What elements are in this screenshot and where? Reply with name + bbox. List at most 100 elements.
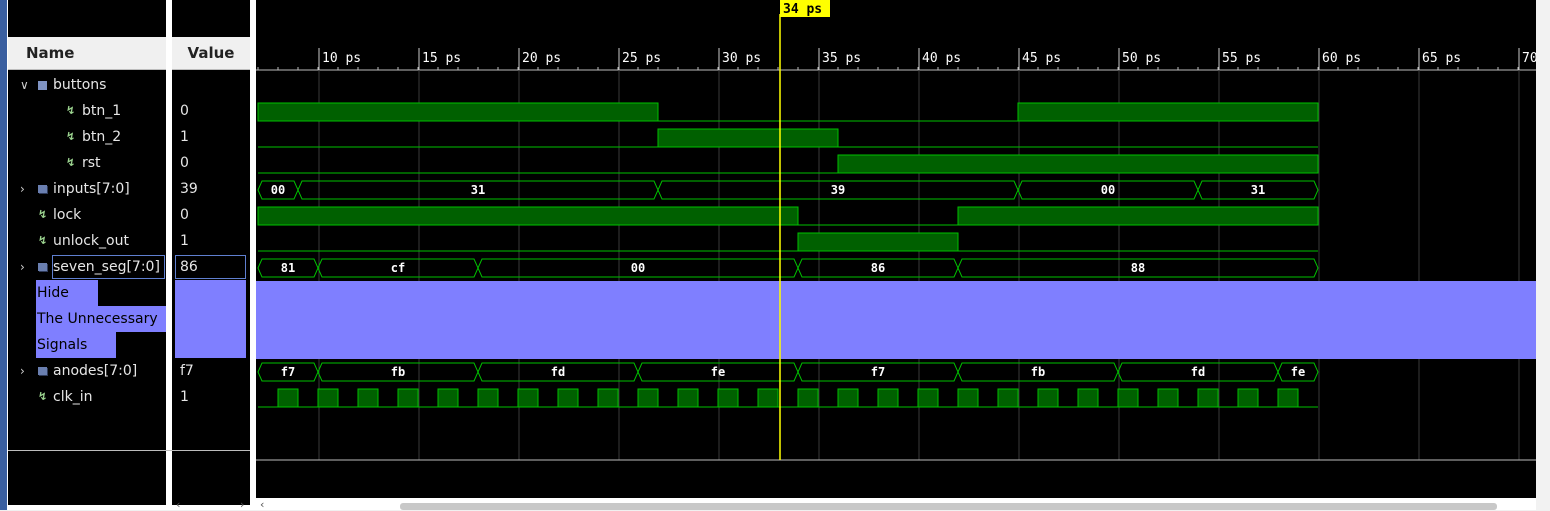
signal-value: f7	[180, 363, 194, 379]
signal-name: buttons	[53, 77, 107, 93]
signal-row-inputs[interactable]: › inputs[7:0]	[8, 176, 166, 202]
signal-name: inputs[7:0]	[53, 181, 130, 197]
signal-name: rst	[82, 155, 101, 171]
seven_seg-bus-value: 81	[281, 261, 295, 275]
time-cursor-label: 34 ps	[783, 2, 822, 17]
chevron-right-icon[interactable]: ›	[20, 358, 32, 384]
clk-in-pulse	[437, 388, 459, 408]
clk-in-pulse	[477, 388, 499, 408]
highlight-label-line3: Signals	[36, 332, 116, 358]
horizontal-scrollbar[interactable]	[400, 503, 1497, 510]
signal-row-seven-seg[interactable]: › seven_seg[7:0]	[8, 254, 166, 280]
inputs-bus-value: 00	[1101, 183, 1115, 197]
clk-in-pulse	[757, 388, 779, 408]
signal-name: btn_2	[82, 129, 122, 145]
bit-signal-icon: ↯	[66, 130, 76, 143]
waveform-area[interactable]: 10 ps 15 ps 20 ps 25 ps 30 ps 35 ps 40 ps 45 ps…	[256, 0, 1536, 498]
clk-in-pulse	[637, 388, 659, 408]
signal-row-unlock-out[interactable]: ↯ unlock_out	[8, 228, 166, 254]
anodes-bus-value: fb	[1031, 365, 1045, 379]
highlight-label-line2: The Unnecessary	[36, 306, 166, 332]
ruler-tick-label: 55 ps	[1222, 51, 1261, 66]
ruler-tick-label: 60 ps	[1322, 51, 1361, 66]
inputs-bus-value: 31	[471, 183, 485, 197]
clk-in-pulse	[1277, 388, 1299, 408]
bus-signal-icon	[38, 367, 47, 375]
name-column-header[interactable]: Name	[8, 37, 166, 70]
bit-signal-icon: ↯	[38, 390, 48, 403]
clk-in-pulse	[957, 388, 979, 408]
signal-name: clk_in	[53, 389, 93, 405]
lock-wave-high	[957, 206, 1319, 226]
scroll-left-icon[interactable]: ‹	[260, 498, 264, 511]
clk-in-pulse	[557, 388, 579, 408]
chevron-right-icon[interactable]: ›	[20, 254, 32, 280]
value-column-header[interactable]: Value	[172, 37, 250, 70]
ruler-tick-label: 65 ps	[1422, 51, 1461, 66]
ruler-tick-label: 70	[1522, 51, 1536, 66]
bit-signal-icon: ↯	[38, 234, 48, 247]
clk-in-pulse	[797, 388, 819, 408]
clk-in-pulse	[317, 388, 339, 408]
anodes-bus-value: f7	[871, 365, 885, 379]
signal-row-clk-in[interactable]: ↯ clk_in	[8, 384, 166, 410]
ruler-tick-label: 10 ps	[322, 51, 361, 66]
btn_2-wave-high	[657, 128, 839, 148]
group-icon	[38, 81, 47, 90]
scroll-left-icon[interactable]: ‹	[176, 498, 180, 511]
ruler-tick-label: 40 ps	[922, 51, 961, 66]
clk-in-pulse	[1157, 388, 1179, 408]
signal-name: seven_seg[7:0]	[53, 259, 160, 275]
signal-row-btn1[interactable]: ↯ btn_1	[8, 98, 166, 124]
ruler-tick-label: 50 ps	[1122, 51, 1161, 66]
anodes-bus-value: fd	[1191, 365, 1205, 379]
lock-wave-high	[257, 206, 799, 226]
waveform-canvas[interactable]: 10 ps 15 ps 20 ps 25 ps 30 ps 35 ps 40 ps 45 ps…	[256, 0, 1536, 498]
chevron-right-icon[interactable]: ›	[20, 176, 32, 202]
anodes-bus-value: fe	[1291, 365, 1305, 379]
signal-value: 1	[180, 129, 189, 145]
ruler-tick-label: 45 ps	[1022, 51, 1061, 66]
unlock_out-wave-high	[797, 232, 959, 252]
chevron-down-icon[interactable]: ∨	[20, 72, 32, 98]
clk-in-pulse	[397, 388, 419, 408]
highlight-band	[256, 281, 1536, 359]
btn_1-wave-high	[257, 102, 659, 122]
scroll-right-icon[interactable]: ›	[240, 498, 244, 511]
clk-in-pulse	[877, 388, 899, 408]
signal-name: anodes[7:0]	[53, 363, 138, 379]
inputs-bus-value: 00	[271, 183, 285, 197]
signal-row-lock[interactable]: ↯ lock	[8, 202, 166, 228]
signal-row-buttons[interactable]: ∨ buttons	[8, 72, 166, 98]
signal-row-anodes[interactable]: › anodes[7:0]	[8, 358, 166, 384]
bus-signal-icon	[38, 263, 47, 271]
signal-value: 39	[180, 181, 198, 197]
inputs-bus-value: 39	[831, 183, 845, 197]
ruler-tick-label: 15 ps	[422, 51, 461, 66]
bus-signal-icon	[38, 185, 47, 193]
left-edge-bar	[0, 0, 7, 510]
signal-value: 1	[180, 389, 189, 405]
bit-signal-icon: ↯	[38, 208, 48, 221]
signal-name: lock	[53, 207, 82, 223]
clk-in-pulse	[837, 388, 859, 408]
signal-row-rst[interactable]: ↯ rst	[8, 150, 166, 176]
clk-in-pulse	[277, 388, 299, 408]
highlight-label-line1: Hide	[36, 280, 98, 306]
ruler-tick-label: 25 ps	[622, 51, 661, 66]
signal-row-btn2[interactable]: ↯ btn_2	[8, 124, 166, 150]
waveform-window: Name Value ∨ buttons ↯ btn_1 ↯ btn_2 ↯ r…	[0, 0, 1550, 511]
clk-in-pulse	[917, 388, 939, 408]
clk-in-pulse	[357, 388, 379, 408]
seven_seg-bus-value: cf	[391, 261, 405, 275]
right-edge-bar	[1536, 0, 1550, 510]
bit-signal-icon: ↯	[66, 156, 76, 169]
clk-in-pulse	[1197, 388, 1219, 408]
highlight-value-block	[175, 280, 246, 358]
clk-in-pulse	[1077, 388, 1099, 408]
list-end-divider	[8, 450, 250, 451]
signal-value: 0	[180, 103, 189, 119]
signal-value: 86	[180, 259, 198, 275]
btn_1-wave-high	[1017, 102, 1319, 122]
ruler-tick-label: 30 ps	[722, 51, 761, 66]
